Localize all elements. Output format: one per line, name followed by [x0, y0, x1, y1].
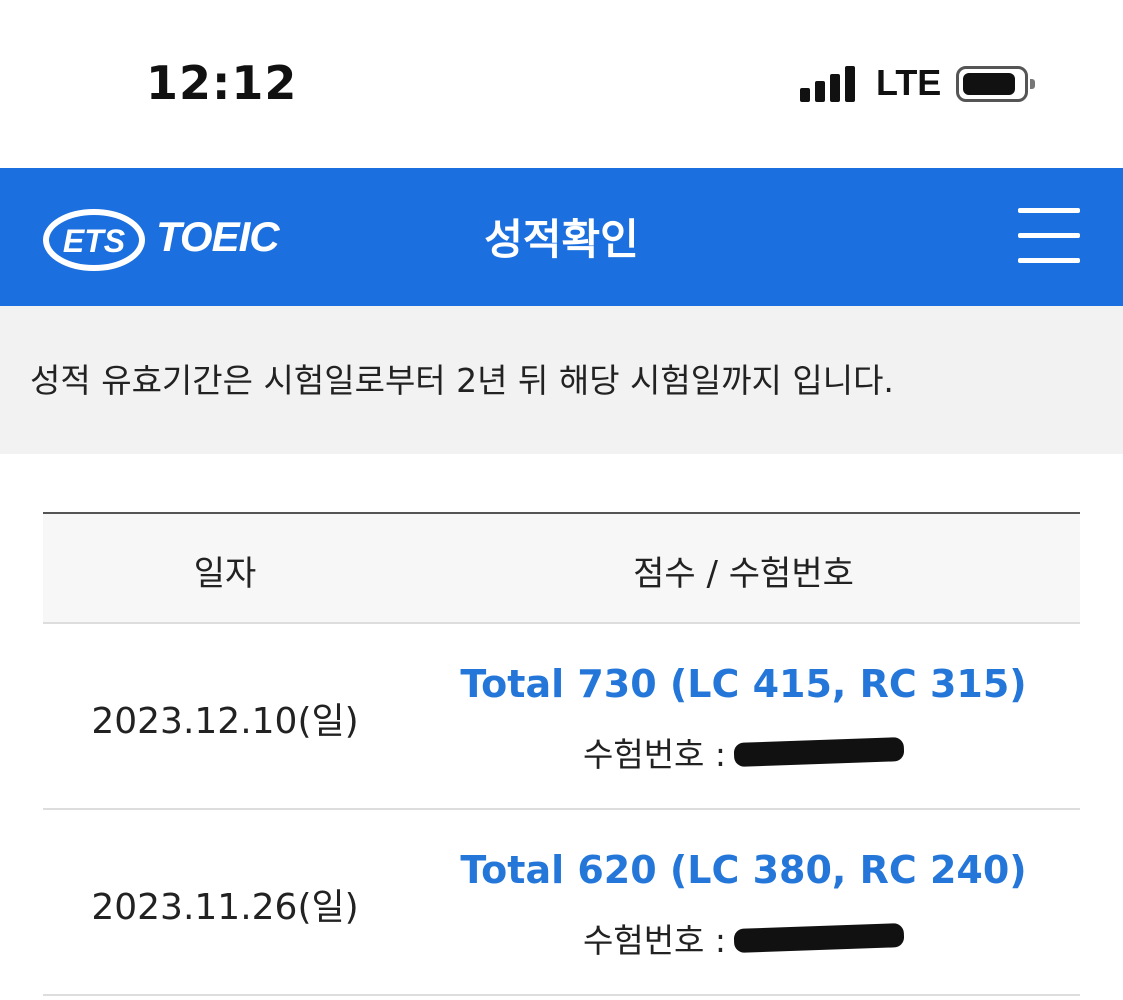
page-title: 성적확인 [484, 215, 639, 264]
battery-icon [956, 66, 1035, 102]
signal-icon [800, 66, 858, 102]
table-row[interactable]: 2023.12.10(일) Total 730 (LC 415, RC 315)… [43, 624, 1080, 810]
score-link[interactable]: Total 620 (LC 380, RC 240) [407, 848, 1080, 892]
table-row[interactable]: 2023.11.26(일) Total 620 (LC 380, RC 240)… [43, 810, 1080, 996]
redacted-exam-number [733, 923, 905, 953]
table-header: 일자 점수 / 수험번호 [43, 512, 1080, 624]
validity-notice: 성적 유효기간은 시험일로부터 2년 뒤 해당 시험일까지 입니다. [0, 306, 1123, 454]
exam-number-label: 수험번호 : [582, 921, 727, 960]
exam-date: 2023.12.10(일) [91, 701, 359, 742]
score-link[interactable]: Total 730 (LC 415, RC 315) [407, 662, 1080, 706]
clock: 12:12 [146, 56, 298, 110]
exam-date: 2023.11.26(일) [91, 887, 359, 928]
score-table: 일자 점수 / 수험번호 2023.12.10(일) Total 730 (LC… [43, 512, 1080, 996]
status-bar: 12:12 LTE [0, 0, 1123, 168]
exam-number: 수험번호 : [407, 914, 1080, 962]
exam-number: 수험번호 : [407, 728, 1080, 776]
hamburger-menu-icon[interactable] [1018, 208, 1082, 266]
column-header-score: 점수 / 수험번호 [633, 554, 854, 594]
exam-number-label: 수험번호 : [582, 735, 727, 774]
network-type: LTE [876, 62, 942, 103]
redacted-exam-number [733, 737, 905, 767]
column-header-date: 일자 [193, 554, 257, 594]
validity-notice-text: 성적 유효기간은 시험일로부터 2년 뒤 해당 시험일까지 입니다. [30, 361, 894, 400]
